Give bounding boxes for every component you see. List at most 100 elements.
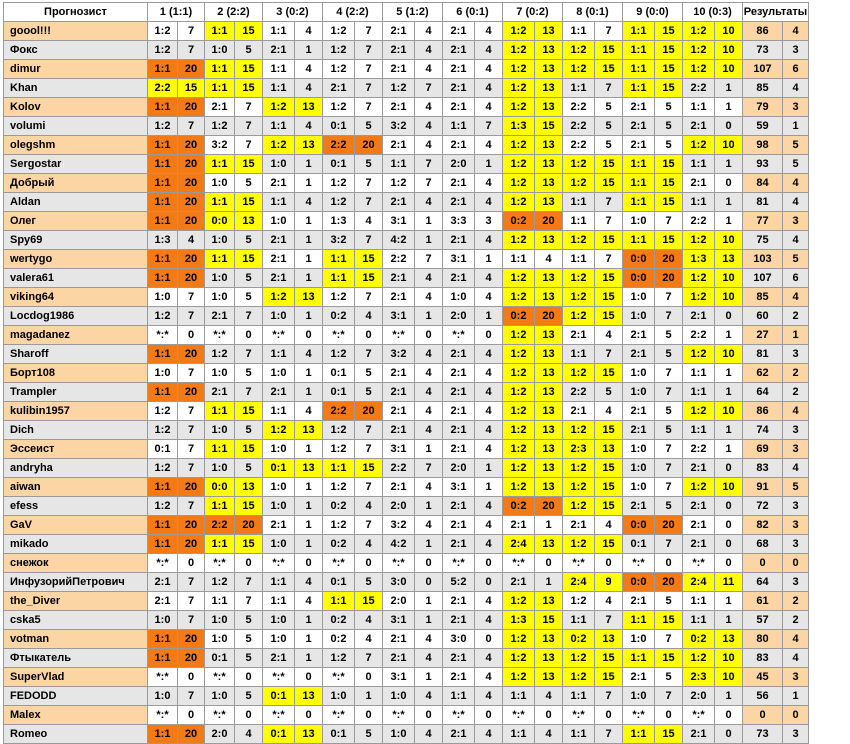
points-cell: 5: [234, 268, 263, 288]
prediction-cell: 1:2: [502, 477, 535, 497]
prediction-cell: 1:2: [204, 572, 235, 592]
prediction-cell: 1:2: [502, 629, 535, 649]
points-cell: 13: [534, 97, 563, 117]
points-cell: 4: [474, 230, 503, 250]
prediction-cell: 1:1: [562, 344, 595, 364]
prediction-cell: 2:1: [442, 363, 475, 383]
points-cell: 1: [714, 382, 743, 402]
prediction-cell: *:*: [262, 325, 295, 345]
hit-count: 6: [782, 59, 809, 79]
points-cell: 7: [177, 40, 205, 60]
player-name: Добрый: [3, 173, 148, 193]
player-name: Sharoff: [3, 344, 148, 364]
prediction-cell: 2:4: [562, 572, 595, 592]
points-cell: 4: [594, 401, 623, 421]
prediction-cell: *:*: [562, 705, 595, 725]
prediction-cell: 2:1: [682, 515, 715, 535]
points-cell: 5: [654, 135, 683, 155]
prediction-cell: 1:2: [562, 287, 595, 307]
table-row: Sharoff 1:1 20 1:2 7 1:1 4 1:2 7 3:2 4 2:1 4 1:2 13 1:1…: [3, 344, 809, 364]
hit-count: 3: [782, 439, 809, 459]
header-match-10: 10 (0:3): [682, 2, 743, 22]
points-cell: 1: [714, 686, 743, 706]
points-cell: 7: [654, 458, 683, 478]
prediction-cell: 1:0: [204, 420, 235, 440]
prediction-cell: 1:1: [147, 477, 178, 497]
hit-count: 3: [782, 344, 809, 364]
points-cell: 13: [594, 629, 623, 649]
prediction-cell: 1:1: [682, 97, 715, 117]
player-name: volumi: [3, 116, 148, 136]
points-cell: 7: [654, 211, 683, 231]
points-cell: 7: [354, 78, 383, 98]
prediction-cell: *:*: [262, 553, 295, 573]
points-cell: 20: [654, 572, 683, 592]
prediction-cell: 1:2: [322, 59, 355, 79]
prediction-cell: 2:1: [442, 382, 475, 402]
points-cell: 4: [414, 363, 443, 383]
total-points: 93: [742, 154, 783, 174]
prediction-cell: 1:0: [262, 306, 295, 326]
points-cell: 0: [534, 553, 563, 573]
prediction-cell: 1:1: [147, 135, 178, 155]
prediction-cell: 2:2: [682, 211, 715, 231]
prediction-cell: 5:2: [442, 572, 475, 592]
points-cell: 7: [474, 116, 503, 136]
prediction-cell: 1:0: [622, 686, 655, 706]
hit-count: 4: [782, 192, 809, 212]
points-cell: 7: [234, 344, 263, 364]
points-cell: 0: [414, 325, 443, 345]
points-cell: 1: [714, 591, 743, 611]
prediction-cell: 2:1: [562, 325, 595, 345]
points-cell: 15: [594, 648, 623, 668]
prediction-cell: 1:1: [147, 382, 178, 402]
prediction-cell: 1:1: [502, 249, 535, 269]
prediction-cell: 1:2: [147, 306, 178, 326]
prediction-cell: 1:0: [262, 439, 295, 459]
points-cell: 7: [177, 21, 205, 41]
points-cell: 7: [654, 534, 683, 554]
total-points: 75: [742, 230, 783, 250]
prediction-cell: 2:1: [382, 268, 415, 288]
points-cell: 15: [234, 78, 263, 98]
prediction-cell: 1:2: [502, 439, 535, 459]
points-cell: 20: [177, 515, 205, 535]
table-row: SuperVlad *:* 0 *:* 0 *:* 0 *:* 0 3:1 1 2:1 4 1:2 13 1:…: [3, 667, 809, 687]
prediction-cell: 2:1: [382, 21, 415, 41]
prediction-cell: *:*: [622, 705, 655, 725]
points-cell: 0: [714, 553, 743, 573]
prediction-cell: 1:2: [562, 477, 595, 497]
prediction-cell: 1:0: [204, 287, 235, 307]
points-cell: 4: [474, 21, 503, 41]
points-cell: 5: [654, 325, 683, 345]
prediction-cell: 2:1: [262, 173, 295, 193]
prediction-cell: 0:1: [322, 154, 355, 174]
points-cell: 1: [294, 363, 323, 383]
prediction-cell: 1:1: [682, 192, 715, 212]
prediction-cell: 1:2: [262, 420, 295, 440]
prediction-cell: 2:1: [682, 173, 715, 193]
points-cell: 13: [534, 534, 563, 554]
prediction-cell: 2:1: [204, 97, 235, 117]
prediction-cell: 1:2: [562, 496, 595, 516]
prediction-cell: 2:1: [622, 97, 655, 117]
points-cell: 5: [654, 591, 683, 611]
table-row: Malex *:* 0 *:* 0 *:* 0 *:* 0 *:* 0 *:* 0 *:* 0 *:* 0 *:*…: [3, 705, 809, 725]
points-cell: 4: [414, 648, 443, 668]
points-cell: 20: [177, 724, 205, 744]
prediction-cell: 1:2: [562, 458, 595, 478]
prediction-cell: 1:2: [322, 344, 355, 364]
hit-count: 3: [782, 420, 809, 440]
points-cell: 13: [534, 59, 563, 79]
total-points: 80: [742, 629, 783, 649]
points-cell: 7: [654, 306, 683, 326]
prediction-cell: 2:2: [562, 382, 595, 402]
points-cell: 15: [594, 59, 623, 79]
prediction-cell: 1:1: [147, 534, 178, 554]
points-cell: 4: [474, 439, 503, 459]
player-name: Борт108: [3, 363, 148, 383]
prediction-cell: 2:1: [442, 97, 475, 117]
prediction-cell: 1:1: [262, 116, 295, 136]
points-cell: 7: [354, 21, 383, 41]
prediction-cell: 2:1: [622, 420, 655, 440]
